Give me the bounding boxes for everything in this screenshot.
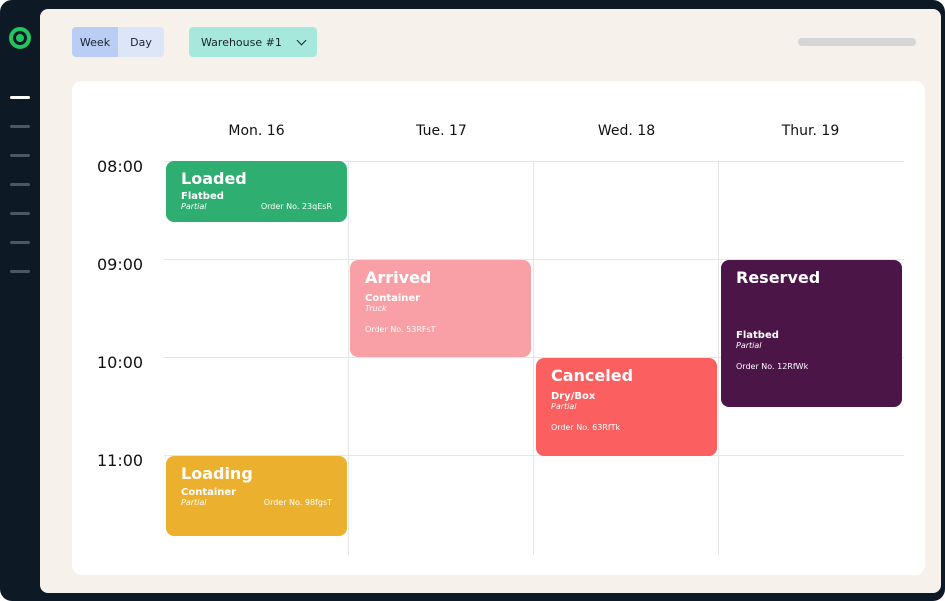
chevron-down-icon — [296, 35, 307, 45]
app-frame: Week Day Warehouse #1 Mon. 16 Tue. 17 We… — [0, 0, 945, 601]
event-order-number: Order No. 98fgsT — [263, 498, 332, 507]
event-status: Loaded — [181, 169, 247, 188]
nav-item[interactable] — [10, 212, 30, 215]
event-status: Loading — [181, 464, 253, 483]
time-label-1000: 10:00 — [97, 353, 144, 372]
event-loading[interactable]: Loading Container Partial Order No. 98fg… — [166, 456, 347, 536]
nav-item-active[interactable] — [10, 96, 30, 99]
time-label-0900: 09:00 — [97, 255, 144, 274]
event-order-number: Order No. 12RfWk — [736, 362, 809, 371]
nav-item[interactable] — [10, 270, 30, 273]
day-header-mon: Mon. 16 — [228, 123, 285, 139]
nav-item[interactable] — [10, 154, 30, 157]
event-status: Canceled — [551, 366, 634, 385]
event-vehicle-type: Container — [181, 487, 237, 498]
nav-item[interactable] — [10, 241, 30, 244]
grid-line-day — [533, 162, 534, 555]
event-order-number: Order No. 53RFsT — [365, 325, 436, 334]
day-header-wed: Wed. 18 — [597, 123, 656, 139]
logo-icon[interactable] — [9, 27, 31, 49]
nav-item[interactable] — [10, 125, 30, 128]
day-header-thu: Thur. 19 — [781, 123, 840, 139]
event-canceled[interactable]: Canceled Dry/Box Partial Order No. 63RfT… — [536, 358, 717, 456]
sidebar — [0, 0, 40, 601]
search-placeholder-bar[interactable] — [798, 38, 916, 46]
event-load-type: Truck — [365, 304, 387, 313]
calendar-card: Mon. 16 Tue. 17 Wed. 18 Thur. 19 08:00 0… — [72, 81, 925, 575]
event-order-number: Order No. 23qEsR — [260, 202, 332, 211]
event-loaded[interactable]: Loaded Flatbed Partial Order No. 23qEsR — [166, 161, 347, 222]
event-vehicle-type: Flatbed — [736, 330, 779, 341]
warehouse-select-label: Warehouse #1 — [201, 35, 282, 49]
nav-item[interactable] — [10, 183, 30, 186]
grid-line-day — [348, 162, 349, 555]
day-header-tue: Tue. 17 — [416, 123, 467, 139]
event-load-type: Partial — [181, 202, 207, 211]
time-label-0800: 08:00 — [97, 157, 144, 176]
event-load-type: Partial — [551, 402, 577, 411]
day-view-button[interactable]: Day — [118, 27, 164, 57]
event-status: Reserved — [736, 268, 821, 287]
main-content: Week Day Warehouse #1 Mon. 16 Tue. 17 We… — [40, 9, 941, 593]
event-vehicle-type: Container — [365, 293, 421, 304]
event-load-type: Partial — [181, 498, 207, 507]
view-toggle: Week Day — [72, 27, 164, 57]
time-label-1100: 11:00 — [97, 451, 144, 470]
warehouse-select[interactable]: Warehouse #1 — [189, 27, 317, 57]
event-arrived[interactable]: Arrived Container Truck Order No. 53RFsT — [350, 260, 531, 357]
week-view-button[interactable]: Week — [72, 27, 118, 57]
grid-line-day — [718, 162, 719, 555]
event-status: Arrived — [365, 268, 432, 287]
event-vehicle-type: Flatbed — [181, 191, 224, 202]
event-vehicle-type: Dry/Box — [551, 391, 596, 402]
event-order-number: Order No. 63RfTk — [551, 423, 621, 432]
event-reserved[interactable]: Reserved Flatbed Partial Order No. 12RfW… — [721, 260, 902, 407]
event-load-type: Partial — [736, 341, 762, 350]
